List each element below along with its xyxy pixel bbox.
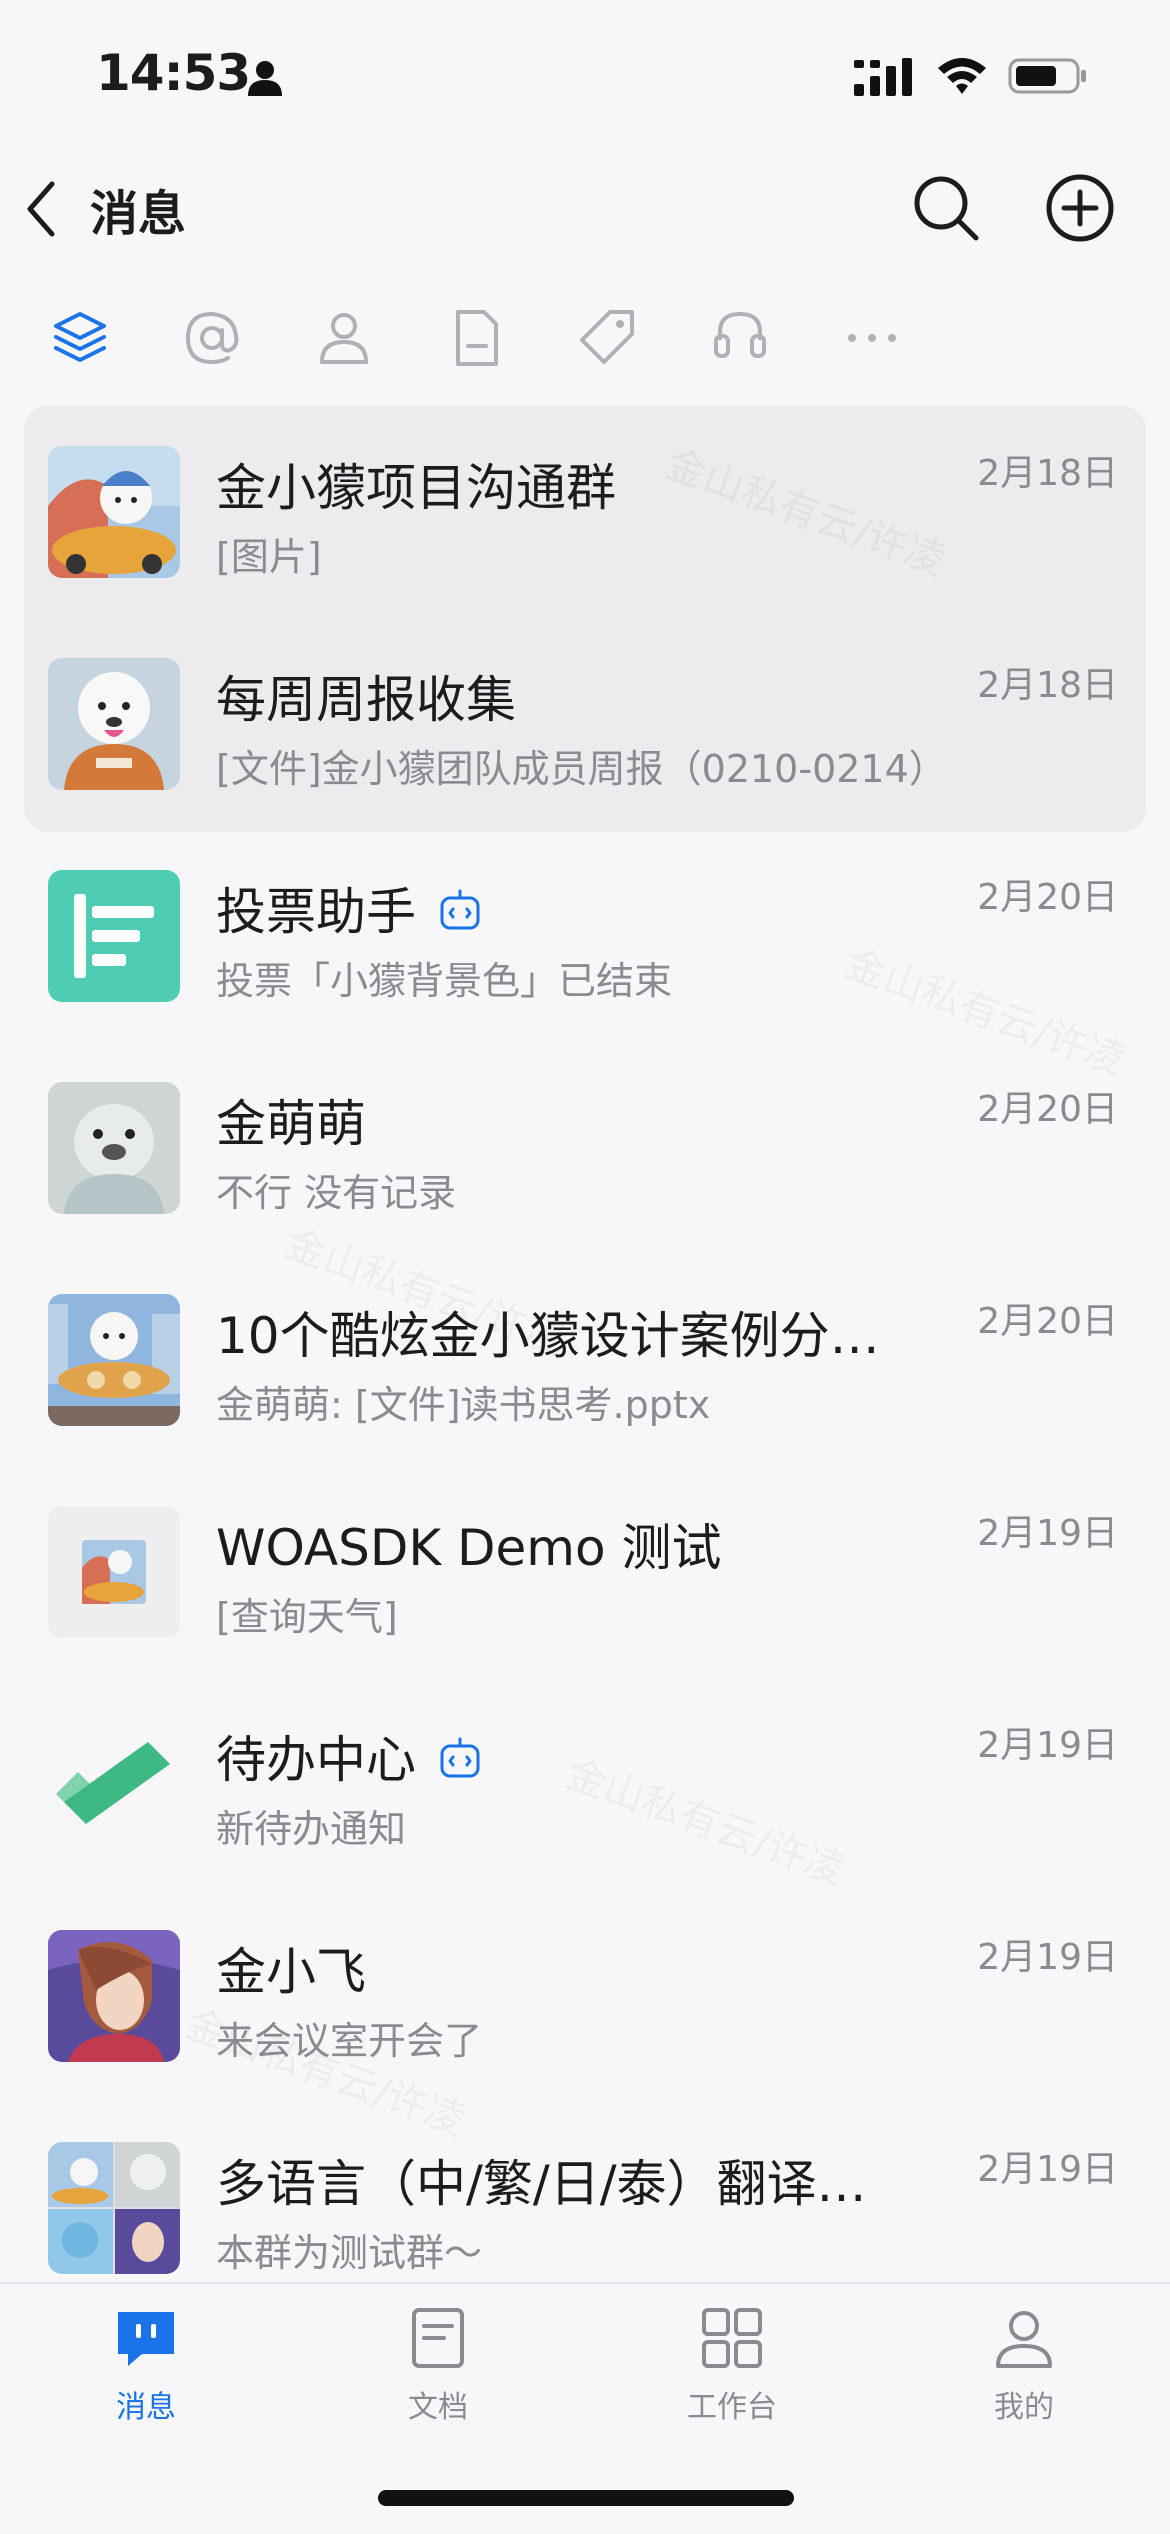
chat-date: 2月18日 [977, 453, 1118, 494]
back-icon[interactable] [22, 178, 58, 240]
chat-name: 金小獴项目沟通群 [216, 459, 616, 517]
home-indicator [378, 2490, 794, 2506]
chat-name: 多语言（中/繁/日/泰）翻译… [216, 2155, 867, 2213]
tab-label: 文档 [408, 2390, 468, 2425]
layers-icon[interactable] [48, 306, 112, 370]
tag-icon[interactable] [576, 306, 640, 370]
chat-date: 2月18日 [977, 665, 1118, 706]
chat-item[interactable]: 金小獴项目沟通群 [图片] 2月18日 [0, 406, 1170, 618]
more-icon[interactable] [840, 306, 904, 370]
chat-date: 2月19日 [977, 1725, 1118, 1766]
avatar [48, 1294, 180, 1426]
chat-date: 2月19日 [977, 1513, 1118, 1554]
chat-item[interactable]: 每周周报收集 [文件]金小獴团队成员周报（0210-0214） 2月18日 [0, 618, 1170, 830]
search-icon[interactable] [908, 170, 984, 246]
cellular-signal-icon [854, 58, 912, 96]
chat-name: 投票助手 [216, 883, 416, 941]
robot-icon [440, 889, 480, 930]
chat-date: 2月20日 [977, 1089, 1118, 1130]
tab-messages[interactable]: 消息 [66, 2304, 226, 2454]
profile-icon [996, 2311, 1052, 2368]
tab-label: 我的 [994, 2390, 1054, 2425]
todo-center-avatar [48, 1718, 180, 1850]
document-icon[interactable] [444, 306, 508, 370]
chat-item[interactable]: 多语言（中/繁/日/泰）翻译… 本群为测试群～ 2月19日 [0, 2102, 1170, 2282]
document-icon [412, 2308, 464, 2368]
avatar [48, 446, 180, 578]
chat-name: WOASDK Demo 测试 [216, 1519, 722, 1577]
grid-icon [702, 2308, 762, 2368]
chat-date: 2月20日 [977, 877, 1118, 918]
chat-item[interactable]: 金萌萌 不行 没有记录 2月20日 [0, 1042, 1170, 1254]
chat-item[interactable]: 10个酷炫金小獴设计案例分… 金萌萌: [文件]读书思考.pptx 2月20日 [0, 1254, 1170, 1466]
tab-label: 消息 [116, 2390, 176, 2425]
chat-preview: 新待办通知 [216, 1807, 407, 1851]
chat-date: 2月19日 [977, 1937, 1118, 1978]
status-bar: 14:53 [0, 0, 1170, 150]
wifi-icon [938, 58, 986, 94]
chat-preview: [查询天气] [216, 1595, 398, 1639]
avatar [48, 1930, 180, 2062]
chat-date: 2月20日 [977, 1301, 1118, 1342]
tab-label: 工作台 [687, 2390, 777, 2425]
chat-name: 10个酷炫金小獴设计案例分… [216, 1307, 880, 1365]
chat-preview: 不行 没有记录 [216, 1171, 457, 1215]
add-icon[interactable] [1042, 170, 1118, 246]
chat-name: 金小飞 [216, 1943, 366, 2001]
person-icon[interactable] [312, 306, 376, 370]
avatar [48, 1082, 180, 1214]
nav-bar: 消息 [0, 160, 1170, 260]
battery-icon [1008, 58, 1086, 94]
chat-preview: [图片] [216, 535, 322, 579]
chat-name: 待办中心 [216, 1731, 416, 1789]
chat-item[interactable]: 金小飞 来会议室开会了 2月19日 [0, 1890, 1170, 2102]
person-icon [248, 61, 282, 96]
headset-icon[interactable] [708, 306, 772, 370]
avatar [48, 658, 180, 790]
chat-name: 每周周报收集 [216, 671, 516, 729]
tab-me[interactable]: 我的 [944, 2304, 1104, 2454]
tab-docs[interactable]: 文档 [358, 2304, 518, 2454]
tab-workbench[interactable]: 工作台 [652, 2304, 812, 2454]
chat-preview: 本群为测试群～ [216, 2231, 483, 2275]
avatar [48, 1506, 180, 1638]
status-time: 14:53 [96, 44, 251, 102]
chat-preview: 金萌萌: [文件]读书思考.pptx [216, 1383, 711, 1427]
page-title: 消息 [90, 186, 187, 242]
group-avatar [48, 2142, 180, 2274]
chat-item[interactable]: WOASDK Demo 测试 [查询天气] 2月19日 [0, 1466, 1170, 1678]
chat-date: 2月19日 [977, 2149, 1118, 2190]
chat-preview: 投票「小獴背景色」已结束 [216, 959, 673, 1003]
chat-item[interactable]: 投票助手 投票「小獴背景色」已结束 2月20日 [0, 830, 1170, 1042]
robot-icon [440, 1737, 480, 1778]
at-mention-icon[interactable] [180, 306, 244, 370]
message-filter-bar [0, 300, 1170, 380]
vote-bot-avatar [48, 870, 180, 1002]
chat-preview: [文件]金小獴团队成员周报（0210-0214） [216, 747, 947, 791]
chat-preview: 来会议室开会了 [216, 2019, 483, 2063]
message-bubble-icon [118, 2312, 174, 2366]
chat-name: 金萌萌 [216, 1095, 366, 1153]
chat-item[interactable]: 待办中心 新待办通知 2月19日 [0, 1678, 1170, 1890]
